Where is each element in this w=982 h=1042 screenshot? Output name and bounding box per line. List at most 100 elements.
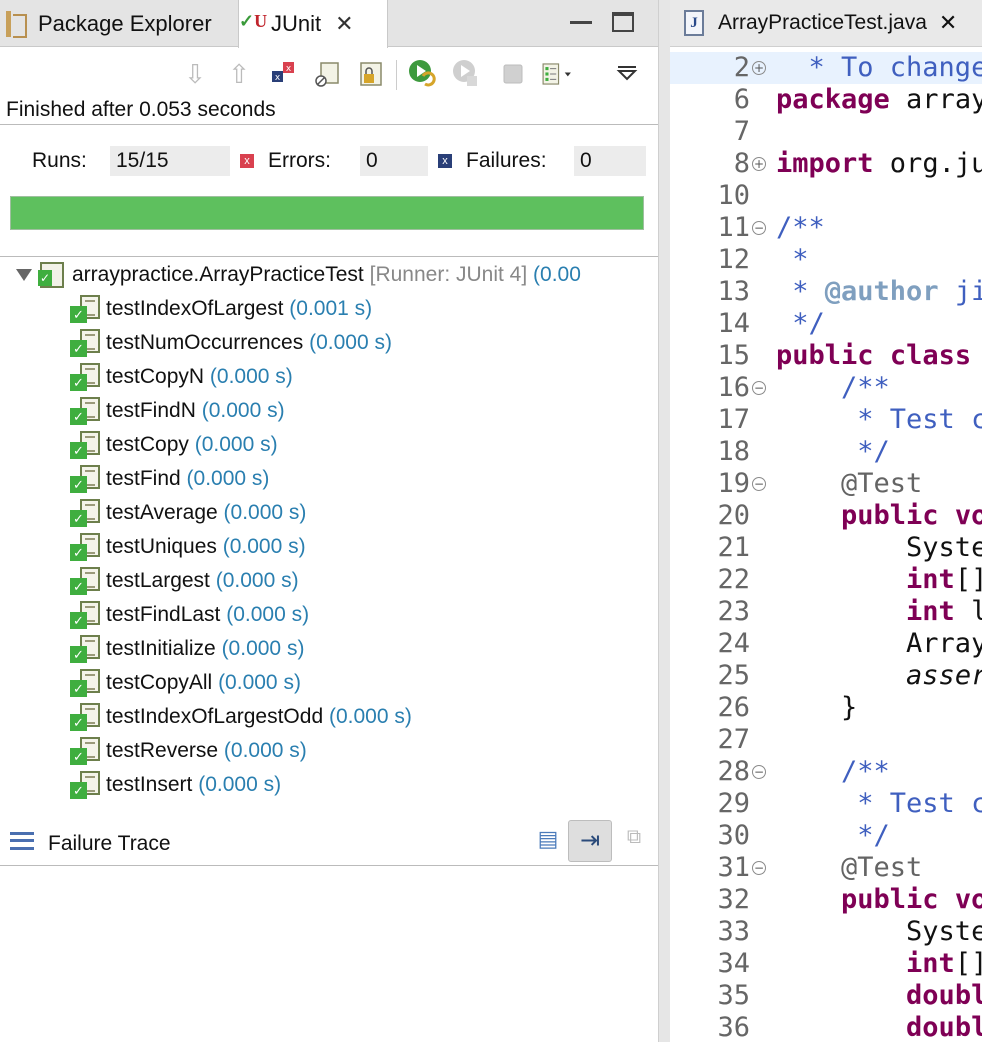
code-line[interactable]: 21 Syste [670, 532, 982, 564]
code-line[interactable]: 24 Array [670, 628, 982, 660]
code-text: int l [776, 596, 982, 628]
view-menu-icon[interactable] [610, 56, 644, 92]
code-line[interactable]: 36 doubl [670, 1012, 982, 1042]
code-line[interactable]: 8 + import org.ju [670, 148, 982, 180]
close-icon[interactable]: ✕ [939, 10, 957, 36]
test-case-row[interactable]: ✓ testFind (0.000 s) [70, 462, 650, 496]
code-line[interactable]: 35 doubl [670, 980, 982, 1012]
next-failure-icon[interactable]: ⇩ [178, 56, 212, 92]
test-case-row[interactable]: ✓ testCopyN (0.000 s) [70, 360, 650, 394]
test-case-row[interactable]: ✓ testCopy (0.000 s) [70, 428, 650, 462]
line-number: 24 [717, 628, 750, 659]
test-name: testFind [106, 467, 181, 490]
test-case-row[interactable]: ✓ testUniques (0.000 s) [70, 530, 650, 564]
test-time: (0.000 s) [186, 467, 270, 490]
copy-trace-icon[interactable]: ⧉ [618, 826, 650, 858]
test-case-row[interactable]: ✓ testInsert (0.000 s) [70, 768, 650, 802]
code-line[interactable]: 13 * @author ji [670, 276, 982, 308]
code-line[interactable]: 11−/** [670, 212, 982, 244]
tab-package-explorer[interactable]: Package Explorer [6, 0, 238, 47]
test-case-row[interactable]: ✓ testIndexOfLargestOdd (0.000 s) [70, 700, 650, 734]
test-case-row[interactable]: ✓ testIndexOfLargest (0.001 s) [70, 292, 650, 326]
code-line[interactable]: 2 + * To change [670, 52, 982, 84]
test-case-row[interactable]: ✓ testCopyAll (0.000 s) [70, 666, 650, 700]
test-case-row[interactable]: ✓ testFindLast (0.000 s) [70, 598, 650, 632]
test-case-row[interactable]: ✓ testNumOccurrences (0.000 s) [70, 326, 650, 360]
collapse-fold-icon[interactable]: − [752, 477, 766, 491]
test-name: testIndexOfLargest [106, 297, 284, 320]
code-line[interactable]: 17 * Test c [670, 404, 982, 436]
code-line[interactable]: 26 } [670, 692, 982, 724]
code-text: doubl [776, 980, 982, 1012]
line-number: 14 [717, 308, 750, 339]
editor-tab[interactable]: J ArrayPracticeTest.java ✕ [670, 0, 982, 47]
code-line[interactable]: 14 */ [670, 308, 982, 340]
code-line[interactable]: 32 public vo [670, 884, 982, 916]
stop-icon[interactable] [496, 56, 530, 92]
maximize-button[interactable] [612, 12, 634, 32]
collapse-fold-icon[interactable]: − [752, 765, 766, 779]
test-passed-icon: ✓ [70, 737, 100, 765]
history-icon[interactable] [540, 56, 574, 92]
code-line[interactable]: 25 asser [670, 660, 982, 692]
minimize-button[interactable] [570, 14, 592, 24]
test-case-row[interactable]: ✓ testAverage (0.000 s) [70, 496, 650, 530]
test-passed-icon: ✓ [70, 499, 100, 527]
rerun-failed-icon[interactable] [450, 56, 484, 92]
code-line[interactable]: 33 Syste [670, 916, 982, 948]
expand-arrow-icon[interactable] [16, 269, 32, 281]
code-text: * @author ji [776, 276, 982, 308]
code-text: } [776, 692, 857, 724]
test-case-row[interactable]: ✓ testReverse (0.000 s) [70, 734, 650, 768]
collapse-fold-icon[interactable]: − [752, 221, 766, 235]
code-line[interactable]: 30 */ [670, 820, 982, 852]
code-line[interactable]: 27 [670, 724, 982, 756]
code-token: vo [954, 500, 982, 531]
code-line[interactable]: 20 public vo [670, 500, 982, 532]
close-icon[interactable]: ✕ [335, 11, 353, 37]
test-time: (0.000 s) [222, 535, 306, 558]
test-passed-icon: ✓ [70, 363, 100, 391]
rerun-icon[interactable] [406, 56, 440, 92]
line-number: 34 [717, 948, 750, 979]
code-line[interactable]: 23 int l [670, 596, 982, 628]
code-line[interactable]: 34 int[] [670, 948, 982, 980]
show-failures-only-icon[interactable]: xx [266, 56, 300, 92]
view-splitter[interactable] [658, 0, 670, 1042]
tab-junit[interactable]: ✓U JUnit ✕ [238, 0, 388, 48]
code-line[interactable]: 12 * [670, 244, 982, 276]
expand-fold-icon[interactable]: + [752, 157, 766, 171]
compare-result-button[interactable]: ⇥ [568, 820, 612, 862]
code-token: * [776, 244, 809, 275]
test-case-row[interactable]: ✓ testLargest (0.000 s) [70, 564, 650, 598]
line-number: 18 [717, 436, 750, 467]
code-line[interactable]: 28− /** [670, 756, 982, 788]
code-text: public vo [776, 884, 982, 916]
lock-icon[interactable] [354, 56, 388, 92]
code-line[interactable]: 7 [670, 116, 982, 148]
expand-fold-icon[interactable]: + [752, 61, 766, 75]
previous-failure-icon[interactable]: ⇧ [222, 56, 256, 92]
test-tree: arraypractice.ArrayPracticeTest [Runner:… [0, 258, 658, 818]
code-line[interactable]: 10 [670, 180, 982, 212]
code-line[interactable]: 19− @Test [670, 468, 982, 500]
filter-stack-trace-icon[interactable]: ▤ [532, 826, 564, 858]
code-line[interactable]: 15 public class [670, 340, 982, 372]
scroll-lock-icon[interactable] [310, 56, 344, 92]
test-name: testNumOccurrences [106, 331, 304, 354]
code-line[interactable]: 22 int[] [670, 564, 982, 596]
test-case-row[interactable]: ✓ testInitialize (0.000 s) [70, 632, 650, 666]
test-case-row[interactable]: ✓ testFindN (0.000 s) [70, 394, 650, 428]
code-line[interactable]: 29 * Test c [670, 788, 982, 820]
code-line[interactable]: 16− /** [670, 372, 982, 404]
collapse-fold-icon[interactable]: − [752, 861, 766, 875]
code-line[interactable]: 6 package array [670, 84, 982, 116]
error-icon: x [240, 154, 254, 168]
test-suite-node[interactable]: arraypractice.ArrayPracticeTest [Runner:… [16, 258, 581, 292]
code-area[interactable]: 2 + * To change 6 package array 7 8 + import or… [670, 52, 982, 1042]
test-time: (0.000 s) [215, 569, 299, 592]
code-line[interactable]: 18 */ [670, 436, 982, 468]
code-line[interactable]: 31− @Test [670, 852, 982, 884]
collapse-fold-icon[interactable]: − [752, 381, 766, 395]
